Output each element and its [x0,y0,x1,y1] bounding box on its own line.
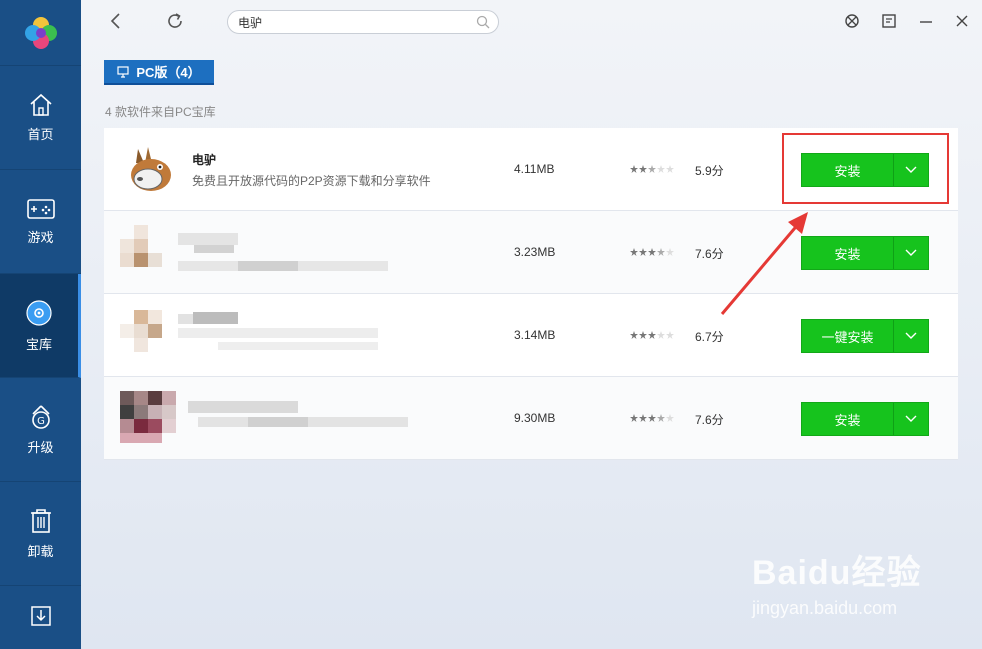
list-item: 3.23MB 7.6分 安装 [104,211,958,294]
rating-stars [630,248,676,256]
menu-icon [882,14,896,28]
blurred-app-info [120,310,378,352]
menu-button[interactable] [878,10,900,32]
refresh-icon [168,13,182,28]
logo-icon [24,16,57,49]
app-score: 6.7分 [695,330,724,344]
app-logo [0,0,81,66]
search-box [227,10,499,34]
install-options-button[interactable] [894,237,928,269]
list-item: 9.30MB 7.6分 安装 [104,377,958,460]
trash-icon [30,509,51,533]
watermark: Baidu经验 jingyan.baidu.com [752,545,952,619]
star-rating-icon [630,414,674,422]
install-options-button[interactable] [894,320,928,352]
search-icon[interactable] [476,15,490,29]
emule-app-icon [131,147,171,191]
sidebar-item-label: 升级 [27,440,54,455]
sidebar-item-uninstall[interactable]: 卸载 [0,482,81,586]
one-click-install-button[interactable]: 一键安装 [802,320,894,352]
tab-label: PC版（4） [136,65,201,80]
minimize-icon [920,21,932,23]
app-name: 电驴 [192,153,217,167]
app-size: 3.23MB [514,245,556,259]
app-size: 9.30MB [514,411,556,425]
sidebar-item-library[interactable]: 宝库 [0,274,81,378]
app-description: 免费且开放源代码的P2P资源下载和分享软件 [192,174,431,188]
rating-stars [630,331,676,339]
chevron-down-icon [905,415,917,422]
refresh-button[interactable] [164,10,186,32]
rating-stars [630,414,676,422]
app-score: 5.9分 [695,164,724,178]
install-button-group: 一键安装 [801,319,929,353]
result-count: 4 款软件来自PC宝库 [105,105,216,119]
list-item: 3.14MB 6.7分 一键安装 [104,294,958,377]
app-score: 7.6分 [695,247,724,261]
search-input[interactable] [238,11,458,33]
chevron-left-icon [110,13,120,29]
sidebar-item-games[interactable]: 游戏 [0,170,81,274]
app-size: 4.11MB [514,162,555,176]
back-button[interactable] [105,10,127,32]
app-size: 3.14MB [514,328,556,342]
sidebar-item-label: 首页 [27,127,54,142]
upgrade-icon: G [31,405,50,429]
blurred-app-info [120,391,408,443]
chevron-down-icon [905,249,917,256]
app-score: 7.6分 [695,413,724,427]
monitor-icon [117,65,129,78]
sidebar-item-label: 宝库 [25,337,52,352]
tab-pc[interactable]: PC版（4） [104,60,214,85]
skin-button[interactable] [841,10,863,32]
svg-text:G: G [37,416,45,427]
top-bar [81,0,982,44]
blurred-app-info [120,225,388,271]
download-manager-button[interactable] [0,586,81,646]
install-button-group: 安装 [801,236,929,270]
close-icon [956,15,968,27]
star-rating-icon [630,248,674,256]
rating-stars [630,165,676,173]
annotation-highlight-box [782,133,949,204]
home-icon [29,93,52,116]
chevron-down-icon [905,332,917,339]
sidebar-item-upgrade[interactable]: G 升级 [0,378,81,482]
install-button-group: 安装 [801,402,929,436]
star-rating-icon [630,331,674,339]
close-button[interactable] [951,10,973,32]
minimize-button[interactable] [915,10,937,32]
gamepad-icon [26,199,55,219]
install-button[interactable]: 安装 [802,403,894,435]
skin-icon [845,14,859,28]
install-button[interactable]: 安装 [802,237,894,269]
download-icon [30,606,51,626]
watermark-logo: Baidu经验 [752,554,922,592]
sidebar: 首页 游戏 宝库 G 升级 卸载 [0,0,81,649]
sidebar-item-label: 游戏 [27,230,54,245]
watermark-url: jingyan.baidu.com [752,598,898,618]
sidebar-item-home[interactable]: 首页 [0,66,81,170]
disc-icon [26,300,52,326]
install-options-button[interactable] [894,403,928,435]
sidebar-item-label: 卸载 [27,544,54,559]
star-rating-icon [630,165,674,173]
